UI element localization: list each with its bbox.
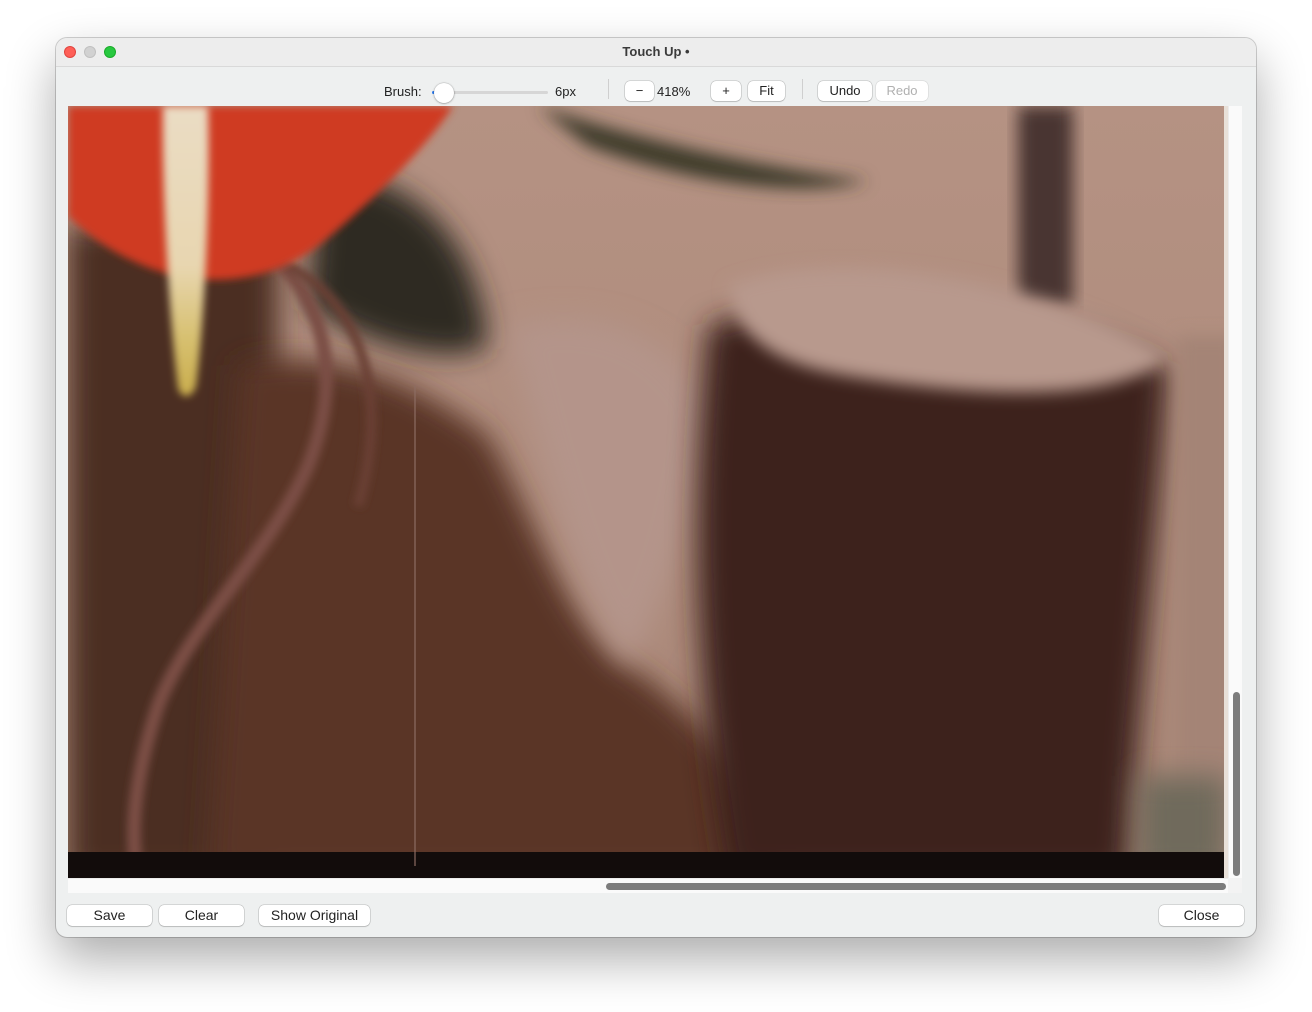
zoom-in-button[interactable]: + [711, 81, 741, 101]
toolbar-separator [802, 79, 803, 99]
toolbar: Brush: 6px − 418% + Fit Undo Redo [56, 67, 1256, 106]
clear-button[interactable]: Clear [159, 905, 244, 926]
fit-button[interactable]: Fit [748, 81, 785, 101]
zoom-level: 418% [657, 84, 691, 99]
horizontal-scroll-thumb[interactable] [606, 883, 1226, 890]
brush-slider-knob[interactable] [433, 83, 454, 103]
image-canvas[interactable] [68, 106, 1242, 893]
window-title: Touch Up • [622, 44, 690, 59]
vertical-scrollbar[interactable] [1228, 106, 1242, 878]
brush-label: Brush: [384, 84, 422, 99]
toolbar-separator [608, 79, 609, 99]
photo-image[interactable] [68, 106, 1228, 878]
save-button[interactable]: Save [67, 905, 152, 926]
vertical-scroll-thumb[interactable] [1233, 692, 1240, 876]
footer-bar: Save Clear Show Original Close [56, 893, 1256, 937]
brush-size-value: 6px [555, 84, 576, 99]
horizontal-scrollbar[interactable] [68, 878, 1228, 893]
show-original-button[interactable]: Show Original [259, 905, 370, 926]
undo-button[interactable]: Undo [818, 81, 872, 101]
scroll-corner [1228, 878, 1242, 893]
photo-rendering [68, 106, 1228, 878]
title-bar: Touch Up • [56, 38, 1256, 67]
close-button[interactable]: Close [1159, 905, 1244, 926]
touch-up-window: Touch Up • Brush: 6px − 418% + Fit Undo … [56, 38, 1256, 937]
zoom-out-button[interactable]: − [625, 81, 654, 101]
redo-button: Redo [876, 81, 928, 101]
